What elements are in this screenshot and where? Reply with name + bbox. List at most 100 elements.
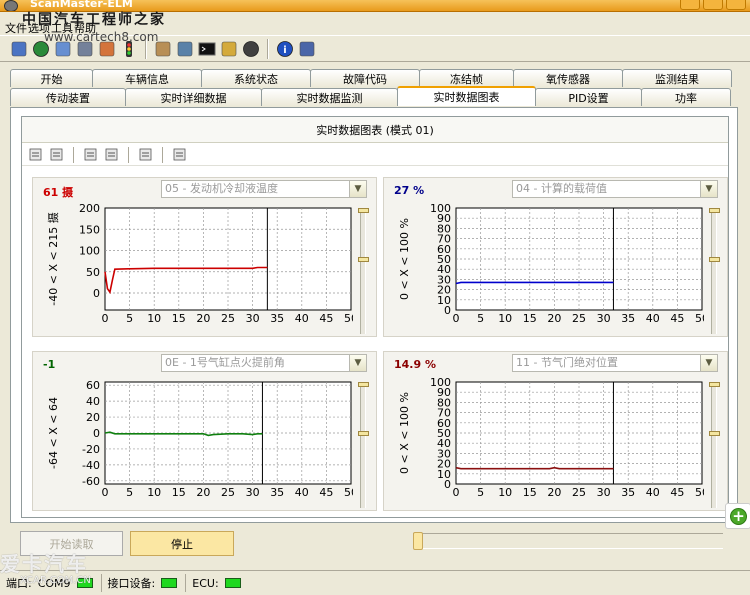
x-tick-label: 35 (270, 312, 284, 325)
minimize-button[interactable] (680, 0, 700, 10)
open-icon[interactable] (83, 147, 99, 162)
chart-toolbar (22, 144, 728, 166)
close-button[interactable] (726, 0, 746, 10)
battery-icon[interactable] (220, 40, 238, 58)
tab-tabs_row1-5[interactable]: 氧传感器 (513, 69, 623, 87)
x-tick-label: 35 (270, 486, 284, 499)
x-tick-label: 0 (453, 486, 460, 499)
vertical-range-slider[interactable] (709, 208, 720, 334)
x-tick-label: 30 (246, 312, 260, 325)
remove-chart-icon[interactable] (49, 147, 65, 162)
slider-thumb-bottom[interactable] (709, 431, 720, 436)
add-chart-icon[interactable] (28, 147, 44, 162)
x-tick-label: 40 (295, 486, 309, 499)
x-tick-label: 10 (498, 486, 512, 499)
watermark-text: 中国汽车工程师之家 (22, 12, 166, 28)
x-tick-label: 0 (102, 486, 109, 499)
print-icon[interactable] (138, 147, 154, 162)
vertical-range-slider[interactable] (358, 382, 369, 508)
slider-thumb-bottom[interactable] (358, 257, 369, 262)
tab-tabs_row2-5[interactable]: 功率 (641, 88, 731, 106)
slider-knob[interactable] (413, 532, 423, 550)
y-tick-label: -60 (82, 475, 100, 488)
timeline-slider[interactable] (413, 532, 723, 550)
x-tick-label: 35 (621, 312, 635, 325)
interface-status-led (161, 578, 178, 588)
maximize-button[interactable] (703, 0, 723, 10)
tab-tabs_row2-0[interactable]: 传动装置 (10, 88, 126, 106)
x-tick-label: 10 (498, 312, 512, 325)
tab-tabs_row2-2[interactable]: 实时数据监测 (261, 88, 398, 106)
x-tick-label: 5 (477, 486, 484, 499)
plot-area (104, 207, 352, 311)
save-icon[interactable] (104, 147, 120, 162)
vertical-range-slider[interactable] (358, 208, 369, 334)
x-tick-label: 50 (344, 312, 353, 325)
slider-thumb-top[interactable] (709, 208, 720, 213)
monitor-search-icon[interactable] (176, 40, 194, 58)
y-tick-label: 200 (79, 202, 100, 215)
y-axis-label: 0 < X < 100 % (398, 218, 411, 300)
chart-frame: 实时数据图表 (模式 01) 61 摄 05 - 发动机冷却液温度 ▼ 0 5 10 15 2… (21, 116, 729, 518)
toolbar-separator (162, 146, 164, 163)
x-tick-label: 30 (246, 486, 260, 499)
tab-tabs_row1-3[interactable]: 故障代码 (310, 69, 420, 87)
y-tick-label: 150 (79, 223, 100, 236)
info-icon[interactable]: i (276, 40, 294, 58)
y-tick-label: 50 (86, 266, 100, 279)
export-icon[interactable] (172, 147, 188, 162)
x-tick-label: 15 (523, 486, 537, 499)
toolbar-separator (267, 38, 269, 59)
vertical-range-slider[interactable] (709, 382, 720, 508)
tab-tabs_row1-0[interactable]: 开始 (10, 69, 93, 87)
y-tick-label: 100 (430, 376, 451, 389)
chart-panel: -10E - 1号气缸点火提前角▼05101520253035404550-60… (32, 351, 377, 511)
x-tick-label: 35 (621, 486, 635, 499)
chart-svg: 0 5 10 15 20 25 30 35 40 45 50 0 50 100 150 200 -40 < X … (46, 202, 353, 325)
tab-tabs_row2-3[interactable]: 实时数据图表 (397, 86, 536, 106)
x-tick-label: 40 (646, 486, 660, 499)
x-tick-label: 25 (572, 312, 586, 325)
slider-thumb-top[interactable] (358, 208, 369, 213)
x-tick-label: 5 (126, 312, 133, 325)
ecu-status-led (224, 578, 241, 588)
x-tick-label: 20 (547, 486, 561, 499)
y-tick-label: -40 (82, 459, 100, 472)
slider-thumb-bottom[interactable] (709, 257, 720, 262)
x-tick-label: 30 (597, 486, 611, 499)
y-tick-label: 20 (86, 411, 100, 424)
tab-tabs_row2-1[interactable]: 实时详细数据 (125, 88, 262, 106)
y-tick-label: 100 (430, 202, 451, 215)
x-tick-label: 20 (547, 312, 561, 325)
add-button[interactable]: + (725, 503, 750, 529)
toolbar-separator (128, 146, 130, 163)
y-tick-label: -20 (82, 443, 100, 456)
tab-tabs_row1-2[interactable]: 系统状态 (201, 69, 311, 87)
tab-tabs_row1-6[interactable]: 监测结果 (622, 69, 732, 87)
x-tick-label: 15 (172, 486, 186, 499)
x-tick-label: 25 (221, 486, 235, 499)
stop-button[interactable]: 停止 (130, 531, 234, 556)
y-tick-label: 100 (79, 245, 100, 258)
exit-icon[interactable] (298, 40, 316, 58)
terminal-icon[interactable] (198, 40, 216, 58)
slider-thumb-top[interactable] (709, 382, 720, 387)
tab-tabs_row1-1[interactable]: 车辆信息 (92, 69, 202, 87)
x-tick-label: 45 (319, 486, 333, 499)
chart-svg: 0510152025303540455001020304050607080901… (398, 202, 704, 325)
tab-tabs_row2-4[interactable]: PID设置 (535, 88, 642, 106)
brand-watermark-url: XCAR.COM.CN (20, 575, 91, 586)
chart-svg: 0 5 10 15 20 25 30 35 40 45 50 -60 -40 -20 0 20 40 60 -64 … (47, 379, 353, 499)
status-bar: 端口: COM9 接口设备: ECU: (0, 570, 750, 595)
x-tick-label: 5 (477, 312, 484, 325)
slider-thumb-top[interactable] (358, 382, 369, 387)
slider-thumb-bottom[interactable] (358, 431, 369, 436)
tab-tabs_row1-4[interactable]: 冻结帧 (419, 69, 514, 87)
x-tick-label: 15 (172, 312, 186, 325)
gauge-icon[interactable] (242, 40, 260, 58)
connect-icon[interactable] (10, 40, 28, 58)
panel-title: 实时数据图表 (模式 01) (22, 117, 728, 143)
x-tick-label: 25 (572, 486, 586, 499)
app-icon (4, 0, 18, 11)
plus-icon: + (730, 508, 747, 525)
